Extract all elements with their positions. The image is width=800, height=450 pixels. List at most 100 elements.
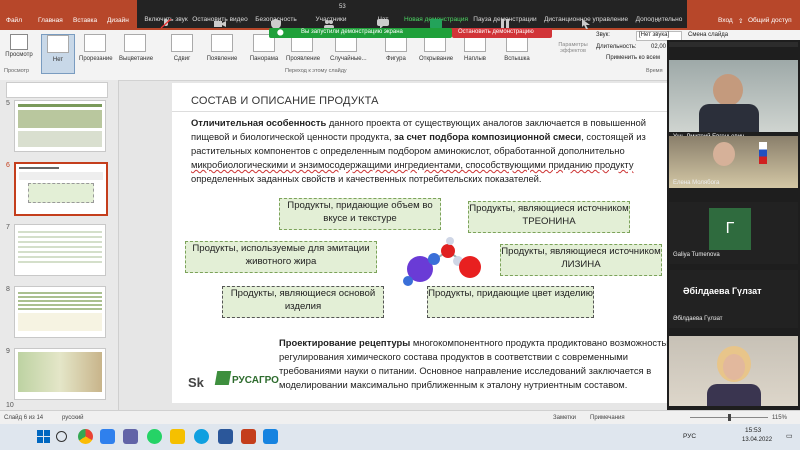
para2-text-c: требованиями науки о питании. Основное н… — [279, 365, 652, 376]
tab-home[interactable]: Главная — [38, 17, 63, 24]
word-icon[interactable] — [218, 429, 233, 444]
windows-start-icon[interactable] — [36, 429, 51, 444]
video-tile-1[interactable]: Ушь Дмитрий Евгеньевич — [669, 60, 798, 140]
slide-thumb-6-selected[interactable] — [14, 162, 108, 216]
remote-control-button[interactable]: Дистанционное управление — [541, 16, 631, 29]
para1-text-c: , состоящей из — [581, 131, 646, 142]
transition-option[interactable]: Открывание — [419, 34, 454, 72]
transition-label: Случайные... — [330, 56, 367, 62]
product-box-lysine[interactable]: Продукты, являющиеся источником ЛИЗИНА — [500, 244, 662, 276]
sharing-dot-icon: ⬤ — [277, 30, 284, 36]
clock-time[interactable]: 15:53 — [745, 427, 761, 434]
security-button[interactable]: Безопасность — [252, 16, 300, 29]
product-box-volume[interactable]: Продукты, придающие объем во вкусе и тек… — [279, 198, 441, 230]
share-icon[interactable]: ⇪ — [738, 17, 743, 25]
preview-button[interactable]: Просмотр — [4, 34, 34, 58]
participants-button[interactable]: 53 Участники — [309, 4, 353, 29]
para1-text-d: растительных компонентов с определенным … — [191, 145, 625, 156]
product-box-fat-imitation[interactable]: Продукты, используемые для эмитации живо… — [185, 241, 377, 273]
transition-option[interactable]: Вспышка — [501, 34, 533, 72]
transition-option[interactable]: Появление — [206, 34, 238, 72]
tab-insert[interactable]: Вставка — [73, 17, 97, 24]
participant-body — [707, 384, 761, 406]
transition-option[interactable]: Случайные... — [330, 34, 367, 72]
preview-label: Просмотр — [5, 52, 33, 58]
para2-text-a: многокомпонентного продукта продиктовано… — [410, 337, 674, 348]
zoom-app-icon[interactable] — [100, 429, 115, 444]
timing-group-label: Время — [646, 68, 663, 74]
transition-option[interactable]: Сдвиг — [166, 34, 198, 72]
edge-icon[interactable] — [194, 429, 209, 444]
participant-face — [713, 74, 743, 106]
new-share-button[interactable]: Новая демонстрация — [402, 16, 470, 29]
transition-label: Прорезание — [79, 56, 113, 62]
video-tile-4[interactable]: Әбілдаева Гүлзат Әбілдаева Гүлзат — [669, 270, 798, 328]
teams-icon[interactable] — [123, 429, 138, 444]
apply-all-button[interactable]: Применить ко всем — [606, 55, 660, 61]
participant-face — [713, 142, 735, 166]
transition-option[interactable]: Панорама — [248, 34, 280, 72]
transition-option[interactable]: Выцветание — [119, 34, 153, 72]
slide-thumb-7[interactable] — [14, 224, 106, 276]
para2-text-d: моделировании максимально приближенным к… — [279, 379, 628, 390]
pause-share-button[interactable]: Пауза демонстрации — [472, 16, 538, 29]
stop-share-button[interactable]: Остановить демонстрацию — [452, 28, 552, 38]
tab-design[interactable]: Дизайн — [107, 17, 129, 24]
transition-option[interactable]: Наплыв — [459, 34, 491, 72]
zoom-meeting-icon[interactable] — [263, 429, 278, 444]
transition-option[interactable]: Фигура — [380, 34, 412, 72]
participant-body — [699, 104, 759, 132]
transition-option[interactable]: Прорезание — [79, 34, 113, 72]
slide-title: СОСТАВ И ОПИСАНИЕ ПРОДУКТА — [191, 95, 379, 107]
recipe-paragraph: Проектирование рецептуры многокомпонентн… — [279, 336, 673, 392]
slide-thumb-5[interactable] — [14, 100, 106, 152]
whatsapp-icon[interactable] — [147, 429, 162, 444]
product-box-threonine[interactable]: Продукты, являющиеся источником ТРЕОНИНА — [468, 201, 630, 233]
slide-thumb-9[interactable] — [14, 348, 106, 400]
para1-text-a: данного проекта от существующих аналогов… — [326, 117, 646, 128]
transition-thumb-icon — [124, 34, 146, 52]
signin-link[interactable]: Вход — [718, 17, 733, 24]
zoom-slider-thumb[interactable] — [728, 414, 731, 421]
product-box-base[interactable]: Продукты, являющиеся основой изделия — [222, 286, 384, 318]
search-icon[interactable] — [56, 431, 67, 442]
slide-thumb-8[interactable] — [14, 286, 106, 338]
comments-button[interactable]: Примечания — [590, 415, 625, 421]
slide-canvas[interactable]: СОСТАВ И ОПИСАНИЕ ПРОДУКТА Отличительная… — [172, 83, 673, 403]
language-indicator[interactable]: русский — [62, 415, 84, 421]
participant-name-large: Әбілдаева Гүлзат — [683, 286, 762, 296]
video-tile-3[interactable]: Г Galiya Tumenova — [669, 202, 798, 264]
unmute-button[interactable]: Включить звук — [142, 16, 190, 29]
chrome-icon[interactable] — [78, 429, 93, 444]
powerpoint-icon[interactable] — [241, 429, 256, 444]
video-name-2: Елена Молябога — [673, 180, 720, 186]
effect-options-button[interactable]: Параметры эффектов — [557, 42, 589, 54]
transition-label: Открывание — [419, 56, 454, 62]
transition-option[interactable]: Нет — [41, 34, 75, 74]
slide-thumbnails-panel[interactable]: 5 6 7 8 9 10 — [0, 80, 119, 410]
camera-icon — [214, 21, 226, 27]
input-language[interactable]: РУС — [683, 433, 696, 440]
remote-control-icon — [582, 19, 590, 29]
duration-input[interactable]: 02,00 — [651, 44, 666, 50]
tab-file[interactable]: Файл — [6, 17, 22, 24]
video-tile-2[interactable]: Елена Молябога — [669, 136, 798, 188]
zoom-level[interactable]: 115% — [772, 415, 787, 421]
windows-taskbar: РУС 15:53 13.04.2022 ▭ — [0, 424, 800, 450]
transition-thumb-icon — [211, 34, 233, 52]
chat-button[interactable]: Чат — [369, 16, 397, 29]
slide-thumb-top-partial[interactable] — [6, 82, 108, 98]
notification-icon[interactable]: ▭ — [786, 432, 793, 440]
notes-button[interactable]: Заметки — [553, 415, 576, 421]
share-button[interactable]: Общий доступ — [748, 17, 792, 24]
slide-number: 7 — [6, 224, 10, 231]
transition-label: Наплыв — [464, 56, 486, 62]
transition-option[interactable]: Проявление — [286, 34, 320, 72]
preview-icon — [10, 34, 28, 50]
video-tile-5[interactable] — [669, 336, 798, 406]
stop-video-button[interactable]: Остановить видео — [192, 16, 248, 27]
more-button[interactable]: ··· Дополнительно — [634, 16, 684, 26]
clock-date[interactable]: 13.04.2022 — [742, 437, 772, 443]
file-explorer-icon[interactable] — [170, 429, 185, 444]
change-slide-label: Смена слайда — [688, 32, 729, 38]
